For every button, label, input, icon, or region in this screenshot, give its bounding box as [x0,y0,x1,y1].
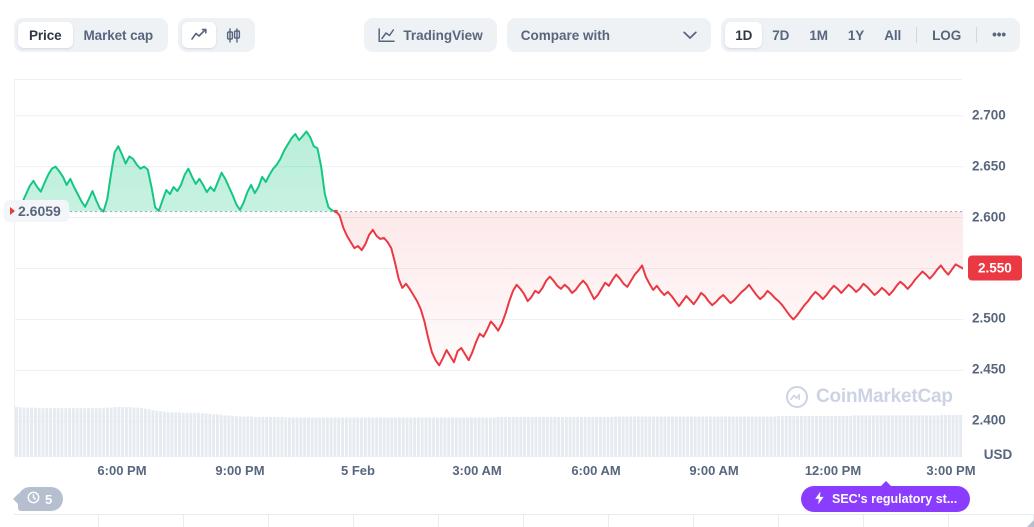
scrubber-segment[interactable] [694,515,779,527]
tab-price[interactable]: Price [18,22,73,48]
chart-type-toggle-group [178,18,255,52]
coinmarketcap-watermark: CoinMarketCap [786,386,953,408]
x-axis-tick: 6:00 AM [571,463,620,478]
tradingview-chart-icon [378,28,395,43]
scrubber-segment[interactable] [609,515,694,527]
price-chart-widget: Price Market cap [0,0,1034,527]
divider [916,27,917,43]
x-axis-tick: 6:00 PM [97,463,146,478]
y-axis-tick: 2.600 [972,209,1006,224]
coinmarketcap-logo-icon [786,386,808,408]
baseline-price-flag: 2.6059 [4,200,69,222]
x-axis-tick: 3:00 AM [452,463,501,478]
y-axis-tick: 2.500 [972,311,1006,326]
compare-with-label: Compare with [521,28,610,43]
range-1d[interactable]: 1D [725,22,762,48]
news-event-pill[interactable]: SEC's regulatory st... [801,486,970,512]
metric-toggle-group: Price Market cap [14,18,168,52]
log-scale-toggle[interactable]: LOG [922,22,971,48]
x-axis-tick: 5 Feb [341,463,375,478]
more-options-button[interactable]: ••• [982,22,1016,48]
history-clock-icon [27,491,40,507]
baseline-marker-icon [10,207,15,215]
scrubber-segment[interactable] [524,515,609,527]
scrubber-segment[interactable] [14,515,99,527]
events-count-badge[interactable]: 5 [18,487,63,511]
candlestick-icon[interactable] [216,22,251,48]
scrubber-handle[interactable] [1027,520,1034,527]
tradingview-button[interactable]: TradingView [364,18,496,52]
baseline-price-value: 2.6059 [18,203,61,219]
watermark-label: CoinMarketCap [816,386,953,408]
scrubber-segment[interactable] [439,515,524,527]
scrubber-segment[interactable] [949,515,1034,527]
time-range-group: 1D 7D 1M 1Y All LOG ••• [721,18,1020,52]
scrubber-segment[interactable] [184,515,269,527]
range-7d[interactable]: 7D [762,22,799,48]
line-chart-icon[interactable] [182,22,216,48]
chevron-down-icon [683,31,697,40]
events-count-value: 5 [45,492,52,507]
pill-pointer [880,481,892,487]
y-axis: 2.700 2.650 2.600 2.550 2.500 2.450 2.400 [962,79,1034,456]
timeline-scrubber[interactable] [14,514,1034,527]
y-axis-tick: 2.700 [972,107,1006,122]
x-axis-tick: 9:00 PM [215,463,264,478]
y-axis-tick: 2.400 [972,413,1006,428]
lightning-bolt-icon [814,491,825,508]
tradingview-label: TradingView [403,28,482,43]
y-axis-tick: 2.650 [972,158,1006,173]
compare-with-dropdown[interactable]: Compare with [507,18,712,52]
y-axis-tick: 2.450 [972,362,1006,377]
tab-market-cap[interactable]: Market cap [73,22,165,48]
divider [976,27,977,43]
x-axis-tick: 12:00 PM [805,463,861,478]
x-axis-tick: 3:00 PM [926,463,975,478]
range-all[interactable]: All [874,22,911,48]
range-1m[interactable]: 1M [799,22,838,48]
scrubber-segment[interactable] [779,515,864,527]
currency-label: USD [962,447,1034,462]
chart-toolbar: Price Market cap [0,0,1034,70]
current-price-badge: 2.550 [968,255,1022,280]
news-event-text: SEC's regulatory st... [832,492,957,506]
scrubber-segment[interactable] [354,515,439,527]
scrubber-segment[interactable] [864,515,949,527]
range-1y[interactable]: 1Y [838,22,874,48]
x-axis-tick: 9:00 AM [689,463,738,478]
scrubber-segment[interactable] [99,515,184,527]
scrubber-segment[interactable] [269,515,354,527]
